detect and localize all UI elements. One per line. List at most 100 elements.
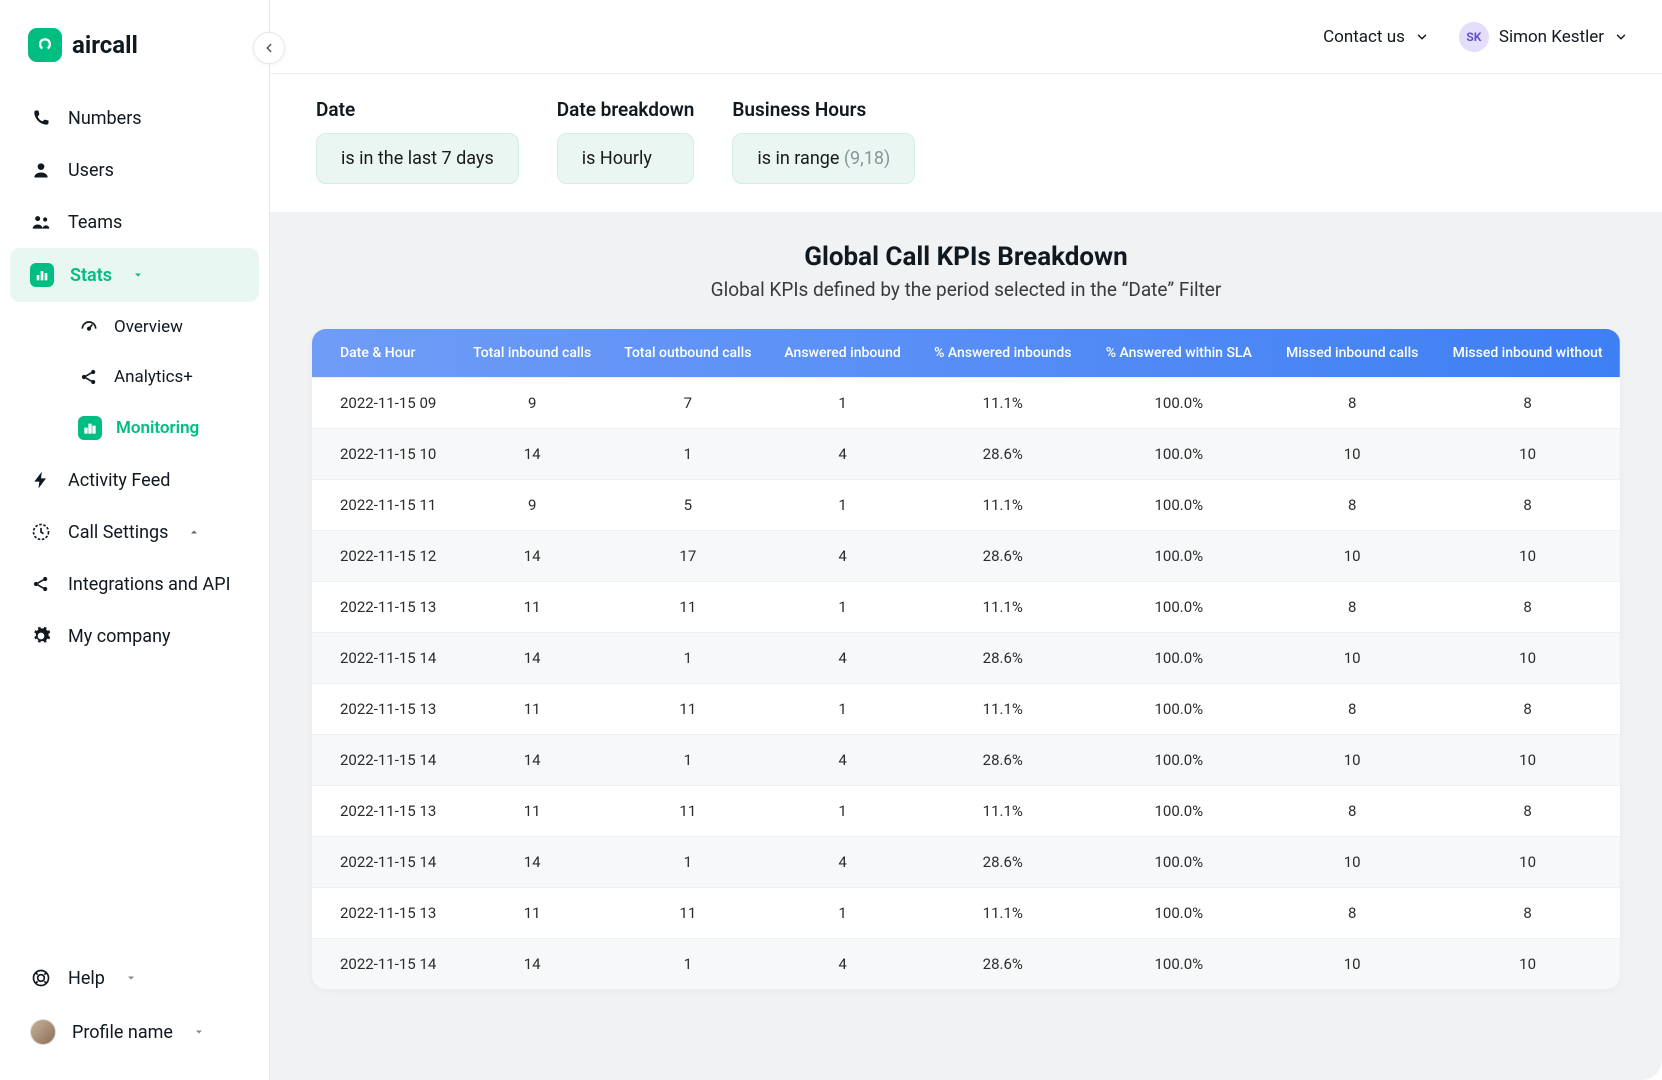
table-cell: 14 — [457, 735, 608, 786]
table-column-header[interactable]: Total outbound calls — [608, 329, 768, 378]
table-cell: 2022-11-15 13 — [312, 888, 457, 939]
table-cell: 1 — [608, 837, 768, 888]
table-cell: 10 — [1435, 633, 1620, 684]
chevron-down-icon — [1415, 30, 1429, 44]
table-cell: 8 — [1435, 684, 1620, 735]
table-cell: 100.0% — [1088, 684, 1269, 735]
sidebar: aircall Numbers Users Teams — [0, 0, 270, 1080]
table-cell: 100.0% — [1088, 888, 1269, 939]
stats-icon — [30, 263, 54, 287]
table-cell: 7 — [608, 378, 768, 429]
table-cell: 2022-11-15 14 — [312, 939, 457, 990]
brand-name: aircall — [72, 31, 138, 59]
sidebar-item-overview[interactable]: Overview — [48, 302, 259, 352]
table-cell: 10 — [1435, 837, 1620, 888]
sidebar-item-analytics[interactable]: Analytics+ — [48, 352, 259, 402]
table-row: 2022-11-15 131111111.1%100.0%88 — [312, 786, 1620, 837]
sidebar-item-numbers[interactable]: Numbers — [10, 92, 259, 144]
sidebar-item-call-settings[interactable]: Call Settings — [10, 506, 259, 558]
stats-submenu: Overview Analytics+ Monitoring — [10, 302, 259, 454]
gear-icon — [30, 625, 52, 647]
table-column-header[interactable]: Total inbound calls — [457, 329, 608, 378]
table-cell: 11 — [457, 786, 608, 837]
nav-label: Profile name — [72, 1022, 173, 1043]
nav-label: Analytics+ — [114, 367, 193, 387]
sidebar-item-integrations[interactable]: Integrations and API — [10, 558, 259, 610]
table-column-header[interactable]: Missed inbound without — [1435, 329, 1620, 378]
sidebar-item-profile[interactable]: Profile name — [10, 1004, 259, 1060]
table-cell: 10 — [1269, 735, 1435, 786]
nav-label: Call Settings — [68, 522, 168, 543]
table-column-header[interactable]: Missed inbound calls — [1269, 329, 1435, 378]
table-row: 2022-11-15 10141428.6%100.0%1010 — [312, 429, 1620, 480]
table-cell: 14 — [457, 429, 608, 480]
table-column-header[interactable]: % Answered within SLA — [1088, 329, 1269, 378]
table-cell: 10 — [1435, 531, 1620, 582]
bolt-icon — [30, 469, 52, 491]
table-column-header[interactable]: Answered inbound — [768, 329, 917, 378]
user-menu[interactable]: SK Simon Kestler — [1459, 22, 1628, 52]
table-row: 2022-11-15 0997111.1%100.0%88 — [312, 378, 1620, 429]
table-cell: 2022-11-15 14 — [312, 837, 457, 888]
table-cell: 8 — [1269, 888, 1435, 939]
sidebar-item-users[interactable]: Users — [10, 144, 259, 196]
table-cell: 1 — [608, 429, 768, 480]
avatar-icon — [30, 1019, 56, 1045]
sidebar-item-monitoring[interactable]: Monitoring — [48, 402, 259, 454]
filter-label: Business Hours — [732, 98, 915, 121]
table-cell: 10 — [1435, 939, 1620, 990]
nav-label: Integrations and API — [68, 574, 230, 595]
sidebar-item-stats[interactable]: Stats — [10, 248, 259, 302]
table-cell: 11.1% — [917, 684, 1088, 735]
kpi-title: Global Call KPIs Breakdown — [312, 242, 1620, 272]
nav-label: Numbers — [68, 108, 142, 129]
nav-label: Overview — [114, 317, 183, 337]
table-cell: 9 — [457, 480, 608, 531]
table-cell: 100.0% — [1088, 429, 1269, 480]
topbar: Contact us SK Simon Kestler — [270, 0, 1662, 74]
table-cell: 1 — [768, 786, 917, 837]
table-cell: 1 — [608, 633, 768, 684]
table-cell: 8 — [1435, 378, 1620, 429]
table-cell: 28.6% — [917, 837, 1088, 888]
sidebar-item-activity[interactable]: Activity Feed — [10, 454, 259, 506]
table-cell: 100.0% — [1088, 735, 1269, 786]
collapse-sidebar-button[interactable] — [253, 32, 285, 64]
table-cell: 28.6% — [917, 633, 1088, 684]
filter-business-hours: Business Hours is in range (9,18) — [732, 98, 915, 184]
table-cell: 11.1% — [917, 480, 1088, 531]
sidebar-item-teams[interactable]: Teams — [10, 196, 259, 248]
table-column-header[interactable]: Date & Hour — [312, 329, 457, 378]
table-cell: 11 — [608, 888, 768, 939]
table-cell: 2022-11-15 09 — [312, 378, 457, 429]
chevron-down-icon — [1614, 30, 1628, 44]
table-cell: 1 — [768, 684, 917, 735]
filter-label: Date — [316, 98, 519, 121]
caret-up-icon — [188, 526, 200, 538]
table-cell: 1 — [608, 735, 768, 786]
table-cell: 4 — [768, 735, 917, 786]
table-row: 2022-11-15 131111111.1%100.0%88 — [312, 684, 1620, 735]
table-cell: 8 — [1269, 786, 1435, 837]
monitor-icon — [78, 416, 102, 440]
table-column-header[interactable]: % Answered inbounds — [917, 329, 1088, 378]
table-cell: 8 — [1435, 480, 1620, 531]
table-cell: 100.0% — [1088, 480, 1269, 531]
table-header-row: Date & HourTotal inbound callsTotal outb… — [312, 329, 1620, 378]
caret-down-icon — [125, 972, 137, 984]
table-cell: 2022-11-15 13 — [312, 582, 457, 633]
sidebar-item-help[interactable]: Help — [10, 952, 259, 1004]
filter-date-pill[interactable]: is in the last 7 days — [316, 133, 519, 184]
caret-down-icon — [132, 269, 144, 281]
logo[interactable]: aircall — [0, 0, 269, 80]
table-cell: 14 — [457, 837, 608, 888]
contact-us-dropdown[interactable]: Contact us — [1323, 27, 1429, 47]
table-cell: 11 — [608, 684, 768, 735]
filter-business-hours-pill[interactable]: is in range (9,18) — [732, 133, 915, 184]
avatar-initials: SK — [1459, 22, 1489, 52]
filter-date-breakdown-pill[interactable]: is Hourly — [557, 133, 695, 184]
sidebar-item-company[interactable]: My company — [10, 610, 259, 662]
share-icon — [30, 573, 52, 595]
nav-label: Activity Feed — [68, 470, 170, 491]
table-cell: 10 — [1269, 939, 1435, 990]
